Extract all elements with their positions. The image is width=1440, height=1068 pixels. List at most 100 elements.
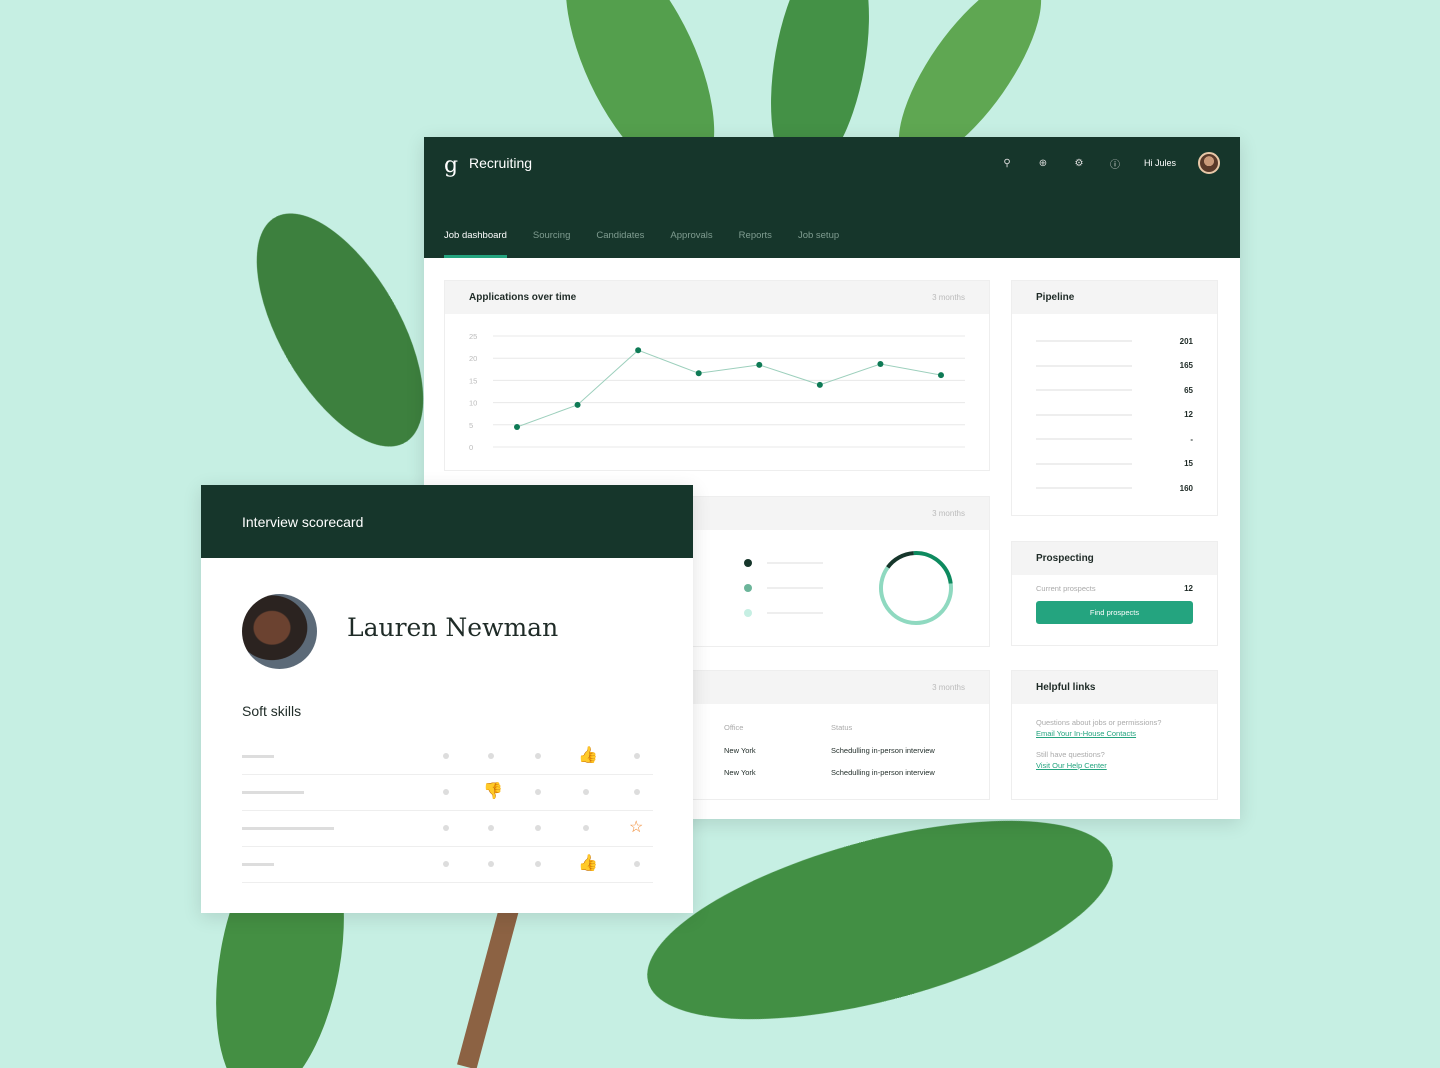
data-point[interactable] <box>635 347 642 354</box>
tab-reports[interactable]: Reports <box>739 230 772 258</box>
legend-placeholder <box>767 587 823 589</box>
pipeline-row[interactable]: 165 <box>1012 354 1217 379</box>
y-tick-label: 15 <box>469 376 477 385</box>
thumbs-up-icon[interactable]: 👍 <box>578 853 598 873</box>
period-label[interactable]: 3 months <box>932 509 965 518</box>
pipeline-count: 165 <box>1179 361 1193 371</box>
rating-dot[interactable] <box>583 789 589 795</box>
pipeline-count: 15 <box>1184 459 1193 469</box>
data-point[interactable] <box>514 424 520 431</box>
y-tick-label: 0 <box>469 443 473 452</box>
pipeline-row[interactable]: 15 <box>1012 452 1217 477</box>
stage-placeholder <box>1036 413 1132 416</box>
card-title: Prospecting <box>1036 553 1094 564</box>
skill-row: ☆ <box>242 811 653 847</box>
cell-status: Schedulling in-person interview <box>831 746 935 755</box>
y-tick-label: 20 <box>469 354 477 363</box>
star-icon[interactable]: ☆ <box>629 817 643 837</box>
skill-row: 👎 <box>242 775 653 811</box>
interview-scorecard: Interview scorecard Lauren Newman Soft s… <box>201 485 693 913</box>
data-point[interactable] <box>574 401 581 408</box>
legend-dot <box>744 584 752 592</box>
email-contacts-link[interactable]: Email Your In-House Contacts <box>1036 729 1193 738</box>
rating-dot[interactable] <box>488 861 494 867</box>
cell-office: New York <box>724 768 756 777</box>
donut-segment <box>886 551 915 569</box>
rating-dot[interactable] <box>535 753 541 759</box>
rating-dot[interactable] <box>634 789 640 795</box>
rating-dot[interactable] <box>583 825 589 831</box>
cell-status: Schedulling in-person interview <box>831 768 935 777</box>
tab-sourcing[interactable]: Sourcing <box>533 230 571 258</box>
data-point[interactable] <box>695 370 702 377</box>
stage-placeholder <box>1036 340 1132 343</box>
stage-placeholder <box>1036 438 1132 441</box>
card-title: Applications over time <box>469 292 577 303</box>
rating-dot[interactable] <box>488 825 494 831</box>
series-line <box>516 349 942 428</box>
donut-segment <box>913 551 953 584</box>
section-title: Soft skills <box>242 703 302 719</box>
tab-bar: Job dashboard Sourcing Candidates Approv… <box>444 230 839 258</box>
tab-job-setup[interactable]: Job setup <box>798 230 839 258</box>
greeting: Hi Jules <box>1143 158 1176 168</box>
tab-job-dashboard[interactable]: Job dashboard <box>444 230 507 258</box>
y-tick-label: 10 <box>469 399 477 408</box>
rating-dot[interactable] <box>443 825 449 831</box>
data-point[interactable] <box>938 372 944 379</box>
rating-dot[interactable] <box>634 753 640 759</box>
skill-placeholder <box>242 863 274 866</box>
skill-placeholder <box>242 827 334 830</box>
skill-placeholder <box>242 791 304 794</box>
help-icon[interactable]: ⓘ <box>1108 156 1122 171</box>
applications-card: Applications over time 3 months 0 5 10 15 20 2… <box>444 280 990 471</box>
pipeline-count: 201 <box>1179 336 1193 346</box>
period-label[interactable]: 3 months <box>932 293 965 302</box>
data-point[interactable] <box>816 381 823 388</box>
find-prospects-button[interactable]: Find prospects <box>1036 601 1193 624</box>
rating-dot[interactable] <box>535 861 541 867</box>
pipeline-row[interactable]: - <box>1012 427 1217 452</box>
rating-dot[interactable] <box>488 753 494 759</box>
thumbs-down-icon[interactable]: 👎 <box>483 781 503 801</box>
candidate-name: Lauren Newman <box>347 613 559 642</box>
settings-icon[interactable]: ⚙ <box>1072 158 1086 169</box>
stage-placeholder <box>1036 389 1132 392</box>
add-icon[interactable]: ⊕ <box>1036 158 1050 169</box>
pipeline-row[interactable]: 160 <box>1012 476 1217 501</box>
rating-dot[interactable] <box>535 789 541 795</box>
legend-placeholder <box>767 562 823 564</box>
rating-dot[interactable] <box>443 753 449 759</box>
search-icon[interactable]: ⚲ <box>1000 158 1014 169</box>
pipeline-count: 12 <box>1184 410 1193 420</box>
help-center-link[interactable]: Visit Our Help Center <box>1036 761 1193 770</box>
pipeline-count: - <box>1190 434 1193 444</box>
stage-placeholder <box>1036 487 1132 490</box>
rating-dot[interactable] <box>443 861 449 867</box>
data-point[interactable] <box>756 361 763 368</box>
tab-approvals[interactable]: Approvals <box>670 230 712 258</box>
period-label[interactable]: 3 months <box>932 683 965 692</box>
data-point[interactable] <box>877 360 884 367</box>
rating-dot[interactable] <box>634 861 640 867</box>
help-question: Still have questions? <box>1036 750 1105 759</box>
skill-placeholder <box>242 755 274 758</box>
y-tick-label: 25 <box>469 332 477 341</box>
card-title: Pipeline <box>1036 292 1075 303</box>
col-header-office: Office <box>724 723 744 732</box>
legend-placeholder <box>767 612 823 614</box>
card-title: Helpful links <box>1036 682 1096 693</box>
tab-candidates[interactable]: Candidates <box>596 230 644 258</box>
logo-icon[interactable]: g <box>444 153 458 178</box>
y-tick-label: 5 <box>469 421 473 430</box>
user-avatar[interactable] <box>1198 152 1220 174</box>
stage-placeholder <box>1036 364 1132 367</box>
thumbs-up-icon[interactable]: 👍 <box>578 745 598 765</box>
skill-row: 👍 <box>242 847 653 883</box>
rating-dot[interactable] <box>535 825 541 831</box>
pipeline-row[interactable]: 65 <box>1012 378 1217 403</box>
pipeline-row[interactable]: 201 <box>1012 329 1217 354</box>
rating-dot[interactable] <box>443 789 449 795</box>
pipeline-row[interactable]: 12 <box>1012 403 1217 428</box>
donut-chart <box>879 551 953 625</box>
